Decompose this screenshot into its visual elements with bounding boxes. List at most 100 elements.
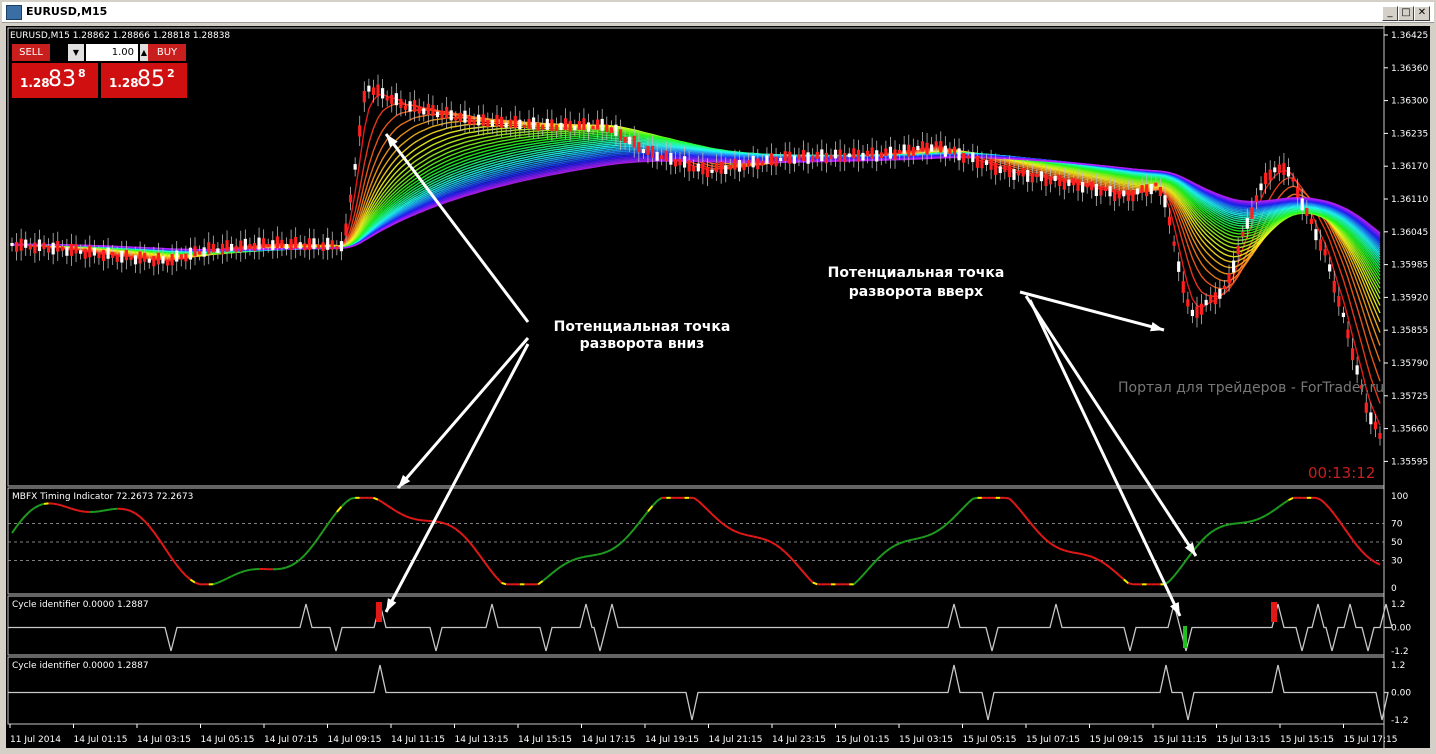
chart-area[interactable]: MBFX Timing Indicator 72.2673 72.2673 100… <box>6 26 1430 748</box>
annotation-arrowhead <box>1150 322 1164 332</box>
candle-body <box>298 242 302 249</box>
candle-body <box>147 258 151 263</box>
candle-body <box>1350 348 1355 361</box>
candle-body <box>243 238 247 250</box>
candle-body <box>348 194 353 203</box>
candle-body <box>815 151 819 159</box>
candle-body <box>92 247 96 256</box>
mbfx-line-segment <box>153 531 160 540</box>
mbfx-line-segment <box>1026 518 1034 526</box>
candle-body <box>907 144 911 157</box>
mbfx-line-segment <box>729 527 736 533</box>
candle-body <box>536 122 540 131</box>
mbfx-line-segment <box>1128 582 1134 586</box>
candle-body <box>573 125 577 131</box>
candle-body <box>902 144 906 154</box>
bid-big-digits: 83 <box>48 67 76 92</box>
mbfx-line-segment <box>245 568 251 572</box>
candle-body <box>504 122 508 128</box>
mbfx-line-segment <box>1013 502 1020 509</box>
candle-body <box>632 135 636 148</box>
annotation-arrow <box>1024 295 1198 557</box>
maximize-button[interactable]: □ <box>1398 6 1414 21</box>
mbfx-line-segment <box>908 538 914 542</box>
price-axis-label: 1.35920 <box>1391 293 1428 303</box>
candle-body <box>362 91 366 103</box>
candle-body <box>239 240 243 253</box>
mbfx-line-segment <box>496 577 503 584</box>
bid-price-button[interactable]: 1.28 83 8 <box>12 63 98 98</box>
candle-body <box>1199 303 1204 315</box>
mbfx-line-segment <box>588 554 594 558</box>
candle-body <box>774 156 778 167</box>
mbfx-line-segment <box>340 501 347 508</box>
mbfx-line-segment <box>725 525 731 530</box>
candle-body <box>728 164 732 170</box>
candle-body <box>467 116 472 125</box>
mbfx-line-segment <box>889 544 896 550</box>
candle-body <box>1135 188 1140 195</box>
mbfx-level-label: 70 <box>1391 520 1403 530</box>
mbfx-line-segment <box>103 508 109 512</box>
time-axis-label: 14 Jul 21:15 <box>709 735 763 745</box>
mbfx-line-segment <box>286 564 292 569</box>
candle-body <box>184 253 188 262</box>
lot-size-input[interactable]: 1.00 <box>86 44 138 61</box>
candle-body <box>271 240 275 250</box>
candle-body <box>1048 176 1053 185</box>
candle-body <box>756 158 760 170</box>
candle-body <box>948 148 952 155</box>
candle-body <box>783 151 787 162</box>
candle-body <box>1309 218 1313 225</box>
candle-body <box>321 242 325 251</box>
mbfx-line-segment <box>962 502 969 509</box>
candle-body <box>737 160 742 172</box>
sell-button[interactable]: SELL <box>12 44 50 61</box>
mbfx-line-segment <box>373 496 379 501</box>
mbfx-line-segment <box>1351 539 1358 547</box>
candle-body <box>1254 195 1259 203</box>
buy-button[interactable]: BUY <box>148 44 186 61</box>
mbfx-line-segment <box>1182 557 1189 565</box>
candle-body <box>875 150 879 162</box>
candle-body <box>1337 296 1341 307</box>
candle-body <box>376 84 380 97</box>
mbfx-line-segment <box>1333 513 1340 521</box>
mbfx-line-segment <box>1265 511 1271 517</box>
lot-decrease-button[interactable]: ▼ <box>68 44 84 61</box>
mbfx-line-segment <box>1082 553 1088 557</box>
cycle1-title: Cycle identifier 0.0000 1.2887 <box>12 600 149 610</box>
mbfx-line-segment <box>240 569 246 574</box>
candle-body <box>106 247 110 259</box>
lot-increase-button[interactable]: ▲ <box>140 44 148 61</box>
mbfx-line-segment <box>39 502 45 507</box>
candle-body <box>408 101 412 112</box>
candle-body <box>1007 165 1012 178</box>
terminal-window: EURUSD,M15 _ □ ✕ MBFX Timing Indicator 7… <box>0 0 1436 754</box>
close-button[interactable]: ✕ <box>1414 6 1430 21</box>
candle-body <box>1039 171 1044 182</box>
candle-body <box>24 239 28 248</box>
mbfx-line-segment <box>1113 570 1120 577</box>
candle-body <box>1145 184 1149 197</box>
ask-price-button[interactable]: 1.28 85 2 <box>101 63 187 98</box>
candle-body <box>747 160 751 167</box>
candle-body <box>120 250 124 263</box>
chart-canvas[interactable]: MBFX Timing Indicator 72.2673 72.2673 100… <box>6 26 1430 748</box>
time-axis-label: 14 Jul 17:15 <box>582 735 636 745</box>
candle-body <box>801 149 806 161</box>
window-titlebar[interactable]: EURUSD,M15 _ □ ✕ <box>2 2 1434 23</box>
candle-body <box>710 169 714 173</box>
candle-body <box>495 114 499 127</box>
candle-body <box>42 242 46 250</box>
minimize-button[interactable]: _ <box>1382 6 1398 21</box>
candle-body <box>124 249 128 261</box>
mbfx-line-segment <box>1370 558 1376 564</box>
candle-body <box>930 144 934 152</box>
mbfx-line-segment <box>290 562 297 567</box>
candle-body <box>37 239 42 252</box>
mbfx-line-segment <box>459 531 466 538</box>
candle-body <box>220 243 225 255</box>
window-title: EURUSD,M15 <box>26 5 108 18</box>
mbfx-line-segment <box>642 510 649 518</box>
